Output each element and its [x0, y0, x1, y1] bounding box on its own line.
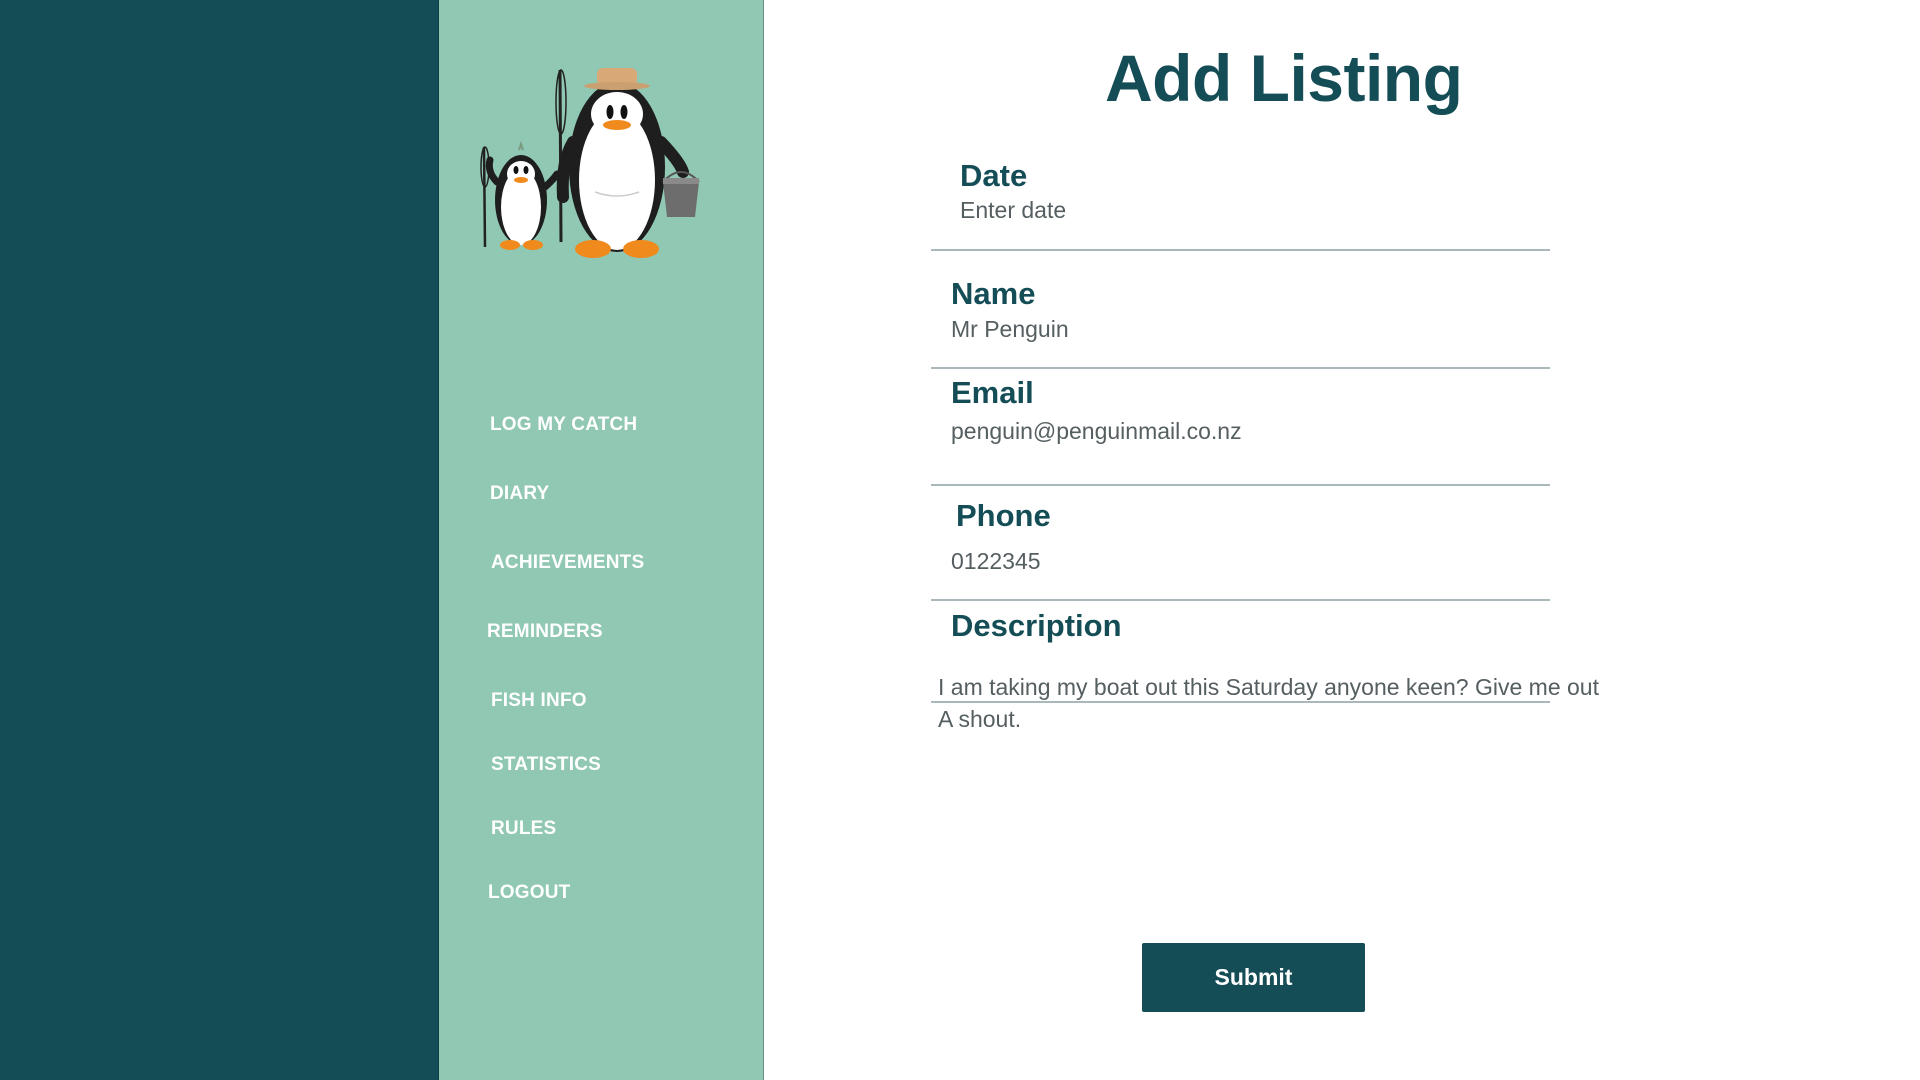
description-divider — [931, 701, 1550, 703]
sidebar-item-log-my-catch[interactable]: LOG MY CATCH — [490, 414, 637, 436]
phone-field[interactable]: 0122345 — [951, 548, 1551, 575]
date-divider — [931, 249, 1550, 251]
email-field[interactable]: penguin@penguinmail.co.nz — [951, 418, 1551, 445]
page-title: Add Listing — [1105, 41, 1463, 115]
left-dark-panel — [0, 0, 439, 1080]
sidebar-item-fish-info[interactable]: FISH INFO — [491, 690, 587, 712]
phone-divider — [931, 599, 1550, 601]
email-divider — [931, 484, 1550, 486]
date-field[interactable] — [960, 197, 1560, 224]
name-field[interactable]: Mr Penguin — [951, 316, 1551, 343]
sidebar-item-statistics[interactable]: STATISTICS — [491, 754, 601, 776]
sidebar: LOG MY CATCH DIARY ACHIEVEMENTS REMINDER… — [439, 0, 764, 1080]
sidebar-item-reminders[interactable]: REMINDERS — [487, 621, 603, 643]
submit-button[interactable]: Submit — [1142, 943, 1365, 1012]
name-divider — [931, 367, 1550, 369]
description-label: Description — [951, 608, 1122, 643]
sidebar-item-logout[interactable]: LOGOUT — [488, 882, 570, 904]
description-field[interactable]: I am taking my boat out this Saturday an… — [938, 671, 1658, 735]
date-label: Date — [960, 158, 1028, 193]
email-label: Email — [951, 375, 1034, 410]
phone-label: Phone — [956, 498, 1051, 533]
penguin-logo — [480, 68, 700, 258]
description-line-2: A shout. — [938, 706, 1022, 732]
sidebar-item-rules[interactable]: RULES — [491, 818, 556, 840]
sidebar-item-achievements[interactable]: ACHIEVEMENTS — [491, 552, 644, 574]
sidebar-item-diary[interactable]: DIARY — [490, 483, 549, 505]
description-line-1: I am taking my boat out this Saturday an… — [938, 674, 1599, 700]
name-label: Name — [951, 276, 1036, 311]
